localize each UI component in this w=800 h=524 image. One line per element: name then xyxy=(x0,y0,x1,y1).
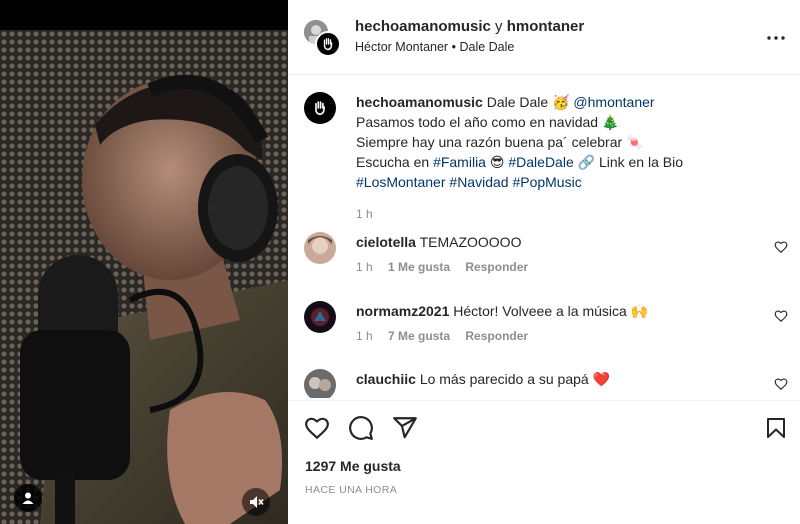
hashtag-link[interactable]: #PopMusic xyxy=(512,174,581,190)
likes-count[interactable]: 1297 Me gusta xyxy=(305,458,401,474)
comment-icon[interactable] xyxy=(348,415,374,441)
more-options-button[interactable] xyxy=(766,28,786,48)
caption-emoji: 😎 xyxy=(489,154,505,170)
comments-list[interactable]: hechoamanomusic Dale Dale 🥳 @hmontaner P… xyxy=(288,76,800,398)
comment-text: cielotella TEMAZOOOOO xyxy=(356,234,521,250)
reply-button[interactable]: Responder xyxy=(465,329,528,343)
post-header: hechoamanomusic y hmontaner Héctor Monta… xyxy=(288,0,800,75)
comment-text: clauchiic Lo más parecido a su papá ❤️ xyxy=(356,371,610,388)
avatar[interactable] xyxy=(304,232,336,264)
post-details-panel: hechoamanomusic y hmontaner Héctor Monta… xyxy=(288,0,800,524)
avatar[interactable] xyxy=(304,301,336,333)
list-item: cielotella TEMAZOOOOO 1 h 1 Me gusta Res… xyxy=(304,232,794,292)
heart-icon[interactable] xyxy=(774,240,788,254)
caption-text: hechoamanomusic Dale Dale 🥳 @hmontaner P… xyxy=(356,92,786,192)
hand-logo-icon xyxy=(323,38,333,51)
comment-time: 1 h xyxy=(356,260,373,274)
media-top-bar xyxy=(0,0,288,30)
hashtag-link[interactable]: #DaleDale xyxy=(508,154,573,170)
comment-body: Héctor! Volveee a la música 🙌 xyxy=(453,303,649,319)
avatar[interactable] xyxy=(304,369,336,398)
comment-likes[interactable]: 1 Me gusta xyxy=(388,260,450,274)
comment-username[interactable]: normamz2021 xyxy=(356,303,449,319)
comment-time: 1 h xyxy=(356,329,373,343)
comment-body: Lo más parecido a su papá ❤️ xyxy=(419,371,611,387)
comment-meta: 1 h 1 Me gusta Responder xyxy=(356,260,528,274)
post-media[interactable] xyxy=(0,0,288,524)
author-link[interactable]: hechoamanomusic xyxy=(355,18,491,35)
heart-icon[interactable] xyxy=(304,415,330,441)
caption-line: Siempre hay una razón buena pa´ celebrar… xyxy=(356,134,644,150)
hand-logo-icon xyxy=(315,101,325,116)
action-icons xyxy=(304,413,418,443)
comment-likes[interactable]: 7 Me gusta xyxy=(388,329,450,343)
hashtag-link[interactable]: #Navidad xyxy=(449,174,508,190)
artist-name: Héctor Montaner xyxy=(355,40,449,54)
instagram-post: hechoamanomusic y hmontaner Héctor Monta… xyxy=(0,0,800,524)
heart-icon[interactable] xyxy=(774,309,788,323)
list-item: clauchiic Lo más parecido a su papá ❤️ xyxy=(304,369,794,398)
heart-icon[interactable] xyxy=(774,377,788,391)
comment-username[interactable]: cielotella xyxy=(356,234,416,250)
song-name: Dale Dale xyxy=(459,40,515,54)
caption-line: Escucha en xyxy=(356,154,430,170)
hashtag-link[interactable]: #Familia xyxy=(433,154,486,170)
post-authors: hechoamanomusic y hmontaner xyxy=(355,18,584,35)
reply-button[interactable]: Responder xyxy=(465,260,528,274)
separator-dot: • xyxy=(451,40,456,54)
comment-meta: 1 h 7 Me gusta Responder xyxy=(356,329,528,343)
muted-speaker-icon xyxy=(250,496,264,508)
caption-line: Pasamos todo el año como en navidad 🎄 xyxy=(356,114,620,130)
post-actions: 1297 Me gusta Hace una hora xyxy=(288,400,800,524)
send-icon[interactable] xyxy=(392,415,418,441)
comment-text: normamz2021 Héctor! Volveee a la música … xyxy=(356,303,648,320)
avatar xyxy=(315,31,341,57)
audio-info[interactable]: Héctor Montaner • Dale Dale xyxy=(355,40,514,54)
more-options-icon xyxy=(767,36,785,40)
caption-line: Dale Dale 🥳 xyxy=(486,94,570,110)
avatar[interactable] xyxy=(304,92,336,124)
caption-username[interactable]: hechoamanomusic xyxy=(356,94,483,110)
mention-link[interactable]: @hmontaner xyxy=(573,94,654,110)
caption-timestamp: 1 h xyxy=(356,207,373,221)
collab-avatars[interactable] xyxy=(304,20,341,57)
comment-username[interactable]: clauchiic xyxy=(356,371,416,387)
video-frame xyxy=(0,30,288,524)
caption-line: 🔗 Link en la Bio xyxy=(577,154,684,170)
tagged-users-button[interactable] xyxy=(14,484,42,512)
mute-toggle-button[interactable] xyxy=(242,488,270,516)
author-joiner: y xyxy=(495,18,503,35)
post-timestamp[interactable]: Hace una hora xyxy=(305,484,397,496)
person-icon xyxy=(22,492,34,504)
author-link[interactable]: hmontaner xyxy=(507,18,585,35)
bookmark-icon[interactable] xyxy=(764,415,788,441)
hashtag-link[interactable]: #LosMontaner xyxy=(356,174,446,190)
comment-body: TEMAZOOOOO xyxy=(419,234,522,250)
list-item: normamz2021 Héctor! Volveee a la música … xyxy=(304,301,794,361)
